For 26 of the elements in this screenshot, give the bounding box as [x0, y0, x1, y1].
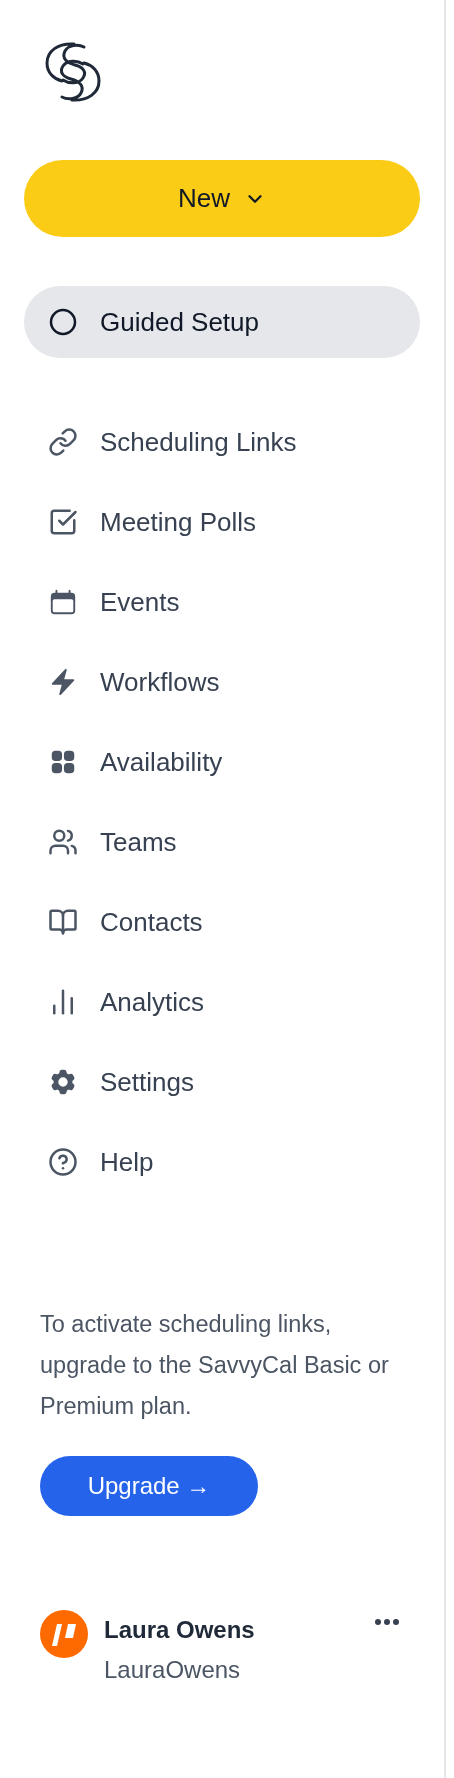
nav-item[interactable]: Contacts: [24, 882, 420, 962]
upgrade-button[interactable]: Upgrade →: [40, 1456, 258, 1516]
nav-item[interactable]: Availability: [24, 722, 420, 802]
nav-item[interactable]: Events: [24, 562, 420, 642]
nav-item[interactable]: Workflows: [24, 642, 420, 722]
nav-item[interactable]: Analytics: [24, 962, 420, 1042]
calendar-icon: [48, 587, 78, 617]
avatar: [40, 1610, 88, 1658]
user-name: Laura Owens: [104, 1616, 256, 1644]
book-icon: [48, 907, 78, 937]
new-button[interactable]: New: [24, 160, 420, 237]
user-handle: LauraOwens: [104, 1656, 242, 1684]
logo-icon: [44, 41, 102, 103]
link-icon: [48, 427, 78, 457]
nav-item[interactable]: Help: [24, 1122, 420, 1202]
users-icon: [48, 827, 78, 857]
checkbox-icon: [48, 507, 78, 537]
nav-item[interactable]: Scheduling Links: [24, 402, 420, 482]
more-button[interactable]: [374, 1618, 400, 1626]
nav-item[interactable]: Guided Setup: [24, 286, 420, 358]
nav-item[interactable]: Teams: [24, 802, 420, 882]
circle-icon: [48, 307, 78, 337]
nav-item[interactable]: Meeting Polls: [24, 482, 420, 562]
nav-item[interactable]: Settings: [24, 1042, 420, 1122]
help-icon: [48, 1147, 78, 1177]
upgrade-message: To activate scheduling links, upgrade to the SavvyCal Basic or Premium plan.: [40, 1310, 390, 1421]
